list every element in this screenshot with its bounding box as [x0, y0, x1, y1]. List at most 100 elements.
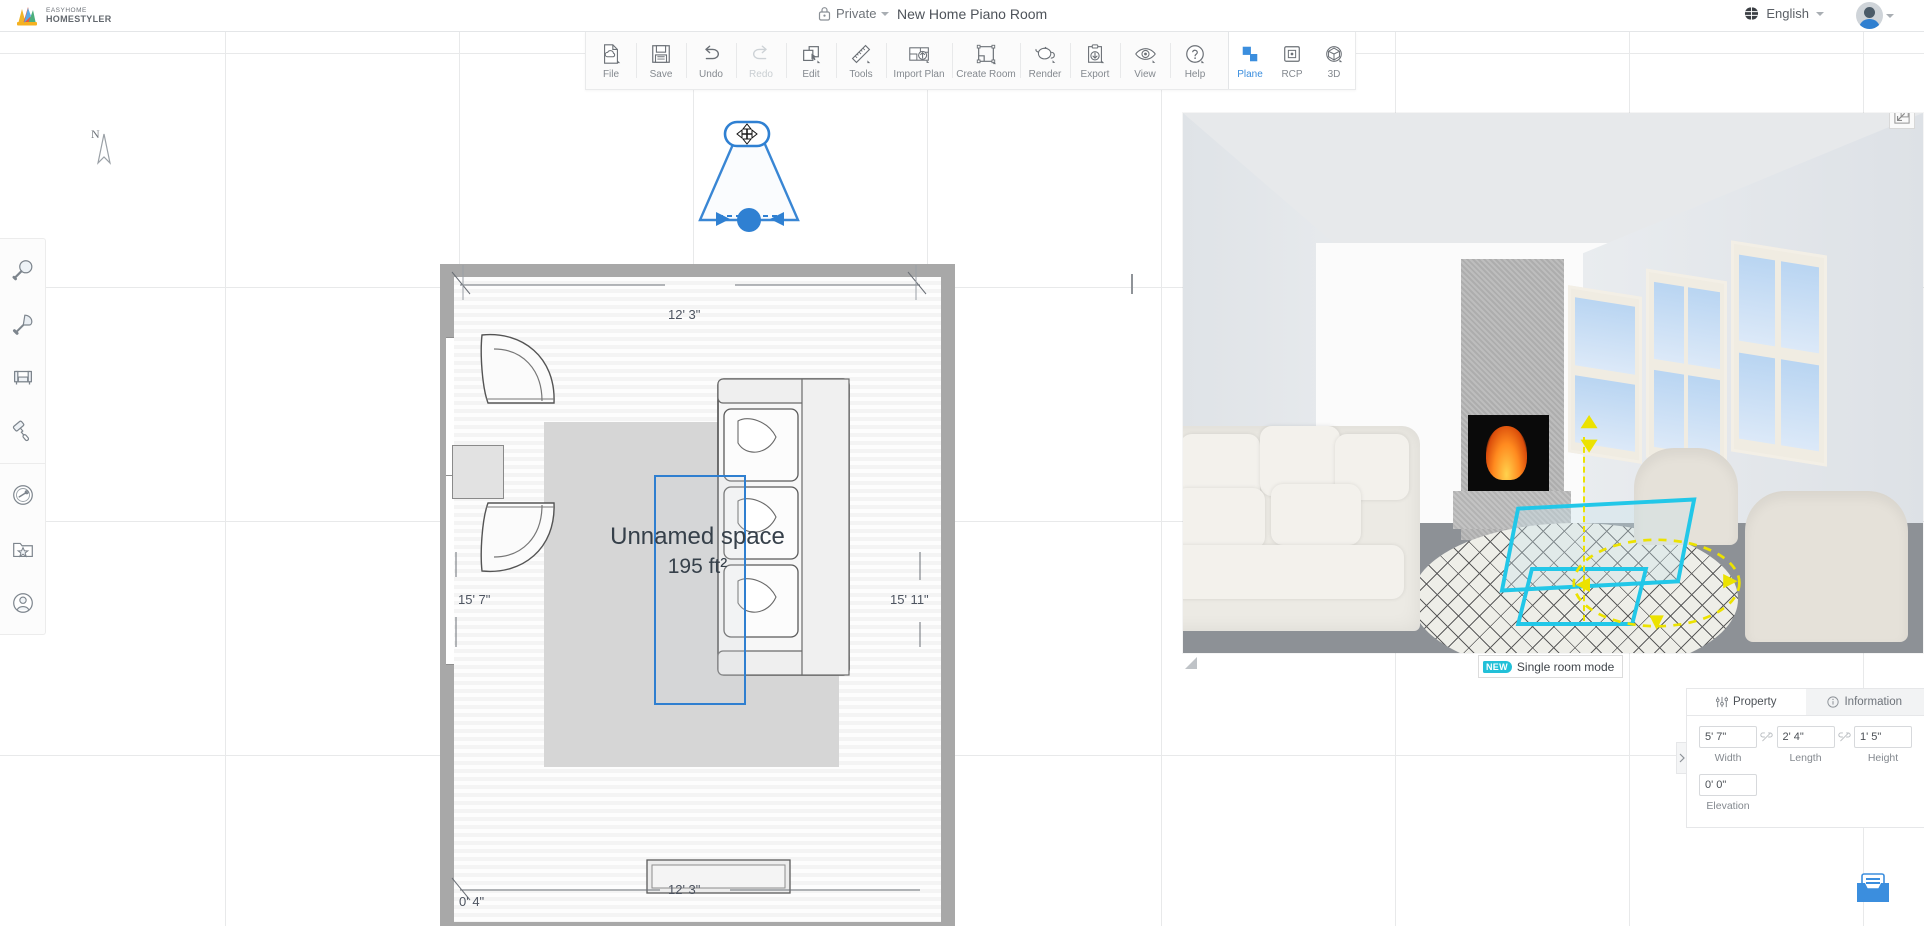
tab-information[interactable]: Information [1805, 689, 1924, 715]
toolbar-button-edit[interactable]: Edit [786, 32, 836, 89]
left-tool-rail [0, 238, 46, 635]
toolbar-label: Edit [802, 68, 820, 80]
dimension-right[interactable]: 15' 11" [890, 592, 929, 607]
toolbar-label: Export [1080, 68, 1110, 80]
selected-object-coffee-table[interactable] [654, 475, 746, 705]
tab-property[interactable]: Property [1687, 689, 1806, 715]
3d-preview-panel[interactable] [1183, 113, 1923, 653]
brand-line-2: HOMESTYLER [46, 13, 112, 24]
field-elevation: Elevation [1699, 774, 1757, 812]
inbox-tray-button[interactable] [1853, 872, 1893, 906]
preview-collapse-button[interactable] [1889, 113, 1915, 129]
preview-armchair-2[interactable] [1745, 491, 1909, 643]
view-mode-label: RCP [1281, 68, 1303, 80]
toolbar-button-view[interactable]: View [1120, 32, 1170, 89]
toolbar-label: Redo [749, 68, 773, 80]
field-label: Length [1789, 752, 1822, 764]
app-root: EASYHOME HOMESTYLER Private New Home Pia… [0, 0, 1924, 926]
link-constraint-icon[interactable] [1760, 726, 1774, 748]
elevation-input[interactable] [1699, 774, 1757, 796]
elevation-field-row: Elevation [1699, 774, 1912, 812]
armchair-bottom[interactable] [476, 495, 560, 577]
field-label: Elevation [1706, 800, 1750, 812]
rail-item-furniture[interactable] [0, 351, 45, 405]
view-mode-3d[interactable]: 3D [1313, 32, 1355, 89]
svg-text:N: N [91, 127, 100, 141]
file-cloud-icon [599, 42, 623, 66]
teapot-icon [1033, 42, 1057, 66]
toolbar-label: Render [1028, 68, 1062, 80]
folder-star-icon [10, 536, 36, 562]
dimension-left[interactable]: 15' 7" [458, 592, 490, 607]
toolbar-button-tools[interactable]: Tools [836, 32, 886, 89]
toolbar-label: Undo [699, 68, 723, 80]
brand-logo[interactable]: EASYHOME HOMESTYLER [14, 3, 112, 29]
toolbar-button-file[interactable]: File [586, 32, 636, 89]
copy-cursor-icon [799, 42, 823, 66]
rail-item-materials[interactable] [0, 405, 45, 459]
inbox-icon [1853, 872, 1893, 906]
collapse-panel-icon [1894, 113, 1910, 124]
toolbar-button-export[interactable]: Export [1070, 32, 1120, 89]
field-label: Height [1867, 752, 1899, 764]
info-icon [1827, 696, 1840, 708]
top-header: EASYHOME HOMESTYLER Private New Home Pia… [0, 0, 1924, 32]
rail-item-navigate[interactable] [0, 468, 45, 522]
rail-item-build[interactable] [0, 297, 45, 351]
preview-sofa[interactable] [1183, 426, 1420, 632]
toolbar-button-import-plan[interactable]: Import Plan [886, 32, 952, 89]
view-mode-plane[interactable]: Plane [1229, 32, 1271, 89]
armchair-top[interactable] [476, 329, 560, 411]
property-panel-collapse[interactable] [1676, 742, 1686, 774]
view-mode-rcp[interactable]: RCP [1271, 32, 1313, 89]
preview-elevation-gizmo[interactable] [1578, 415, 1600, 454]
toolbar-label: Import Plan [893, 68, 945, 80]
view-mode-label: Plane [1237, 68, 1263, 80]
view-mode-label: 3D [1327, 68, 1341, 80]
dimension-top[interactable]: 12' 3" [668, 307, 700, 322]
room-walls[interactable]: Unnamed space 195 ft² [440, 264, 955, 926]
chevron-down-icon [1886, 13, 1894, 18]
user-menu[interactable] [1856, 2, 1894, 29]
rail-item-favorites[interactable] [0, 522, 45, 576]
toolbar-button-save[interactable]: Save [636, 32, 686, 89]
undo-arrow-icon [699, 42, 723, 66]
privacy-selector[interactable]: Private [818, 6, 890, 21]
toolbar-label: Help [1184, 68, 1206, 80]
field-length: Length [1776, 726, 1835, 764]
create-room-icon [974, 42, 998, 66]
field-label: Width [1714, 752, 1742, 764]
camera-viewpoint-widget[interactable] [694, 120, 804, 245]
preview-rotate-gizmo[interactable] [1553, 529, 1760, 637]
height-input[interactable] [1854, 726, 1912, 748]
dimension-bottom-left[interactable]: 0' 4" [459, 894, 484, 909]
rail-item-account[interactable] [0, 576, 45, 630]
length-input[interactable] [1776, 726, 1835, 748]
preview-resize-handle[interactable] [1183, 655, 1199, 671]
avatar [1856, 2, 1883, 29]
link-constraint-icon[interactable] [1838, 726, 1852, 748]
question-mark-icon [1183, 42, 1207, 66]
toolbar-commands: File Save Undo Redo Edit Tools Import Pl… [586, 32, 1220, 89]
single-room-mode-toggle[interactable]: NEW Single room mode [1478, 655, 1624, 678]
fireplace-plan[interactable] [452, 445, 504, 499]
shovel-icon [10, 311, 36, 337]
dimension-bottom[interactable]: 12' 3" [668, 882, 700, 897]
toolbar-button-render[interactable]: Render [1020, 32, 1070, 89]
language-selector[interactable]: English [1744, 6, 1824, 21]
export-icon [1083, 42, 1107, 66]
window-left-lower[interactable] [446, 475, 454, 665]
main-toolbar: File Save Undo Redo Edit Tools Import Pl… [585, 32, 1356, 90]
chevron-down-icon [881, 11, 890, 16]
document-title[interactable]: New Home Piano Room [897, 6, 1047, 22]
new-badge: NEW [1483, 660, 1512, 673]
toolbar-button-help[interactable]: Help [1170, 32, 1220, 89]
tab-label: Property [1733, 696, 1777, 708]
toolbar-label: Save [649, 68, 673, 80]
toolbar-button-undo[interactable]: Undo [686, 32, 736, 89]
toolbar-button-redo[interactable]: Redo [736, 32, 786, 89]
floor-plan-view[interactable]: N Unnamed space 195 ft² 12' 3" 15' 7" 15… [0, 32, 1200, 926]
rail-item-search[interactable] [0, 243, 45, 297]
width-input[interactable] [1699, 726, 1757, 748]
toolbar-button-create-room[interactable]: Create Room [952, 32, 1020, 89]
